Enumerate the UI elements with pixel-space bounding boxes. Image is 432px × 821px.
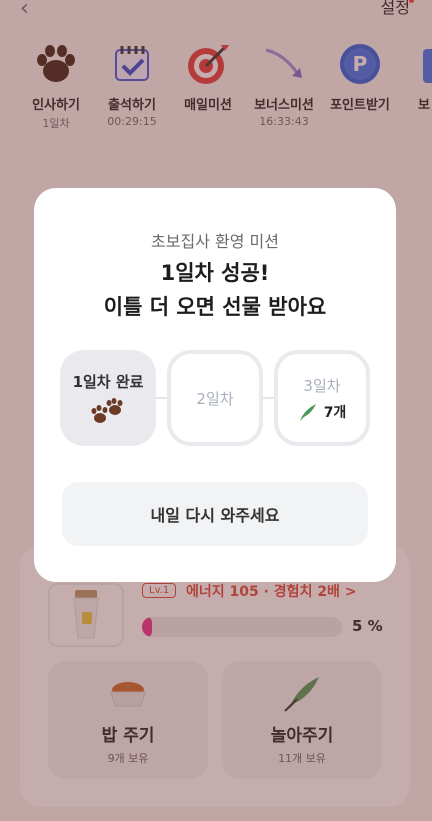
modal-title: 1일차 성공! 이틀 더 오면 선물 받아요 <box>34 256 396 324</box>
day-1-tile: 1일차 완료 <box>60 350 156 446</box>
day-connector <box>263 397 274 399</box>
reward-count: 7개 <box>323 404 347 421</box>
modal-subtitle: 초보집사 환영 미션 <box>151 232 279 251</box>
feather-toy-icon <box>299 403 316 421</box>
day-connector <box>156 397 167 399</box>
day-label: 1일차 완료 <box>72 372 144 391</box>
day-label: 2일차 <box>196 389 234 408</box>
come-back-tomorrow-button[interactable]: 내일 다시 와주세요 <box>62 482 368 546</box>
welcome-mission-modal: 초보집사 환영 미션 1일차 성공! 이틀 더 오면 선물 받아요 1일차 완료… <box>34 188 396 582</box>
modal-title-line1: 1일차 성공! <box>160 261 270 285</box>
day-label: 3일차 <box>303 376 341 395</box>
day-3-tile: 3일차 7개 <box>274 350 370 446</box>
modal-title-line2: 이틀 더 오면 선물 받아요 <box>103 295 327 319</box>
day-progress: 1일차 완료 2일차 3일차 7개 <box>60 350 370 446</box>
day-2-tile: 2일차 <box>167 350 263 446</box>
day-reward: 7개 <box>298 402 347 422</box>
paw-icon <box>91 397 125 426</box>
